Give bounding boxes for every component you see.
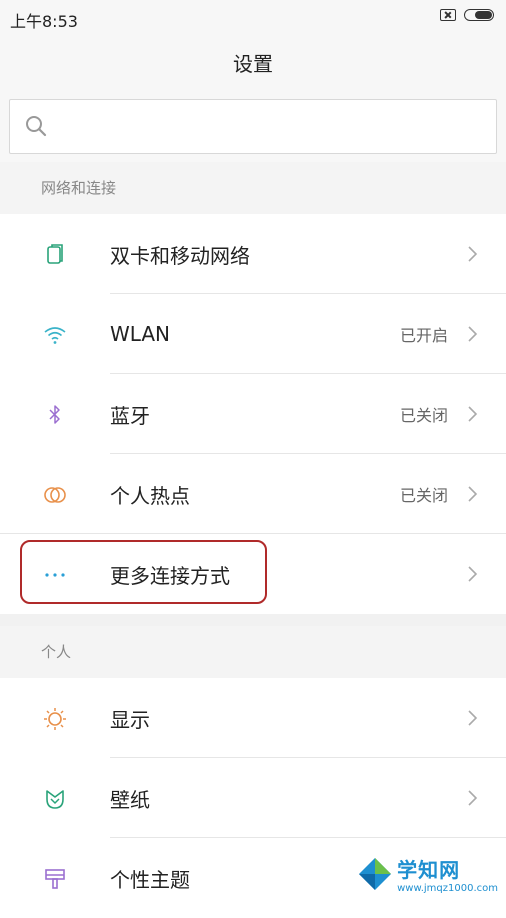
more-dots-icon bbox=[45, 573, 65, 577]
section-network: 网络和连接 双卡和移动网络 WLAN 已开启 蓝牙 已关闭 个人热点 已关闭 更… bbox=[0, 162, 506, 614]
settings-item-label: 壁纸 bbox=[110, 787, 150, 812]
status-time: 上午8:53 bbox=[10, 12, 78, 31]
dual-sim-icon bbox=[47, 244, 63, 264]
search-input[interactable] bbox=[60, 110, 484, 144]
settings-item-value: 已关闭 bbox=[399, 486, 448, 505]
chevron-right-icon bbox=[468, 326, 478, 342]
chevron-right-icon bbox=[468, 790, 478, 806]
chevron-right-icon bbox=[468, 486, 478, 502]
battery-icon bbox=[464, 9, 494, 21]
settings-item-hotspot[interactable]: 个人热点 已关闭 bbox=[0, 454, 506, 534]
settings-item-label: 蓝牙 bbox=[110, 403, 150, 428]
chevron-right-icon bbox=[468, 710, 478, 726]
wallpaper-icon bbox=[46, 790, 64, 809]
wifi-icon bbox=[44, 327, 66, 344]
display-sun-icon bbox=[44, 708, 66, 730]
watermark-logo-icon bbox=[357, 856, 393, 892]
section-header-network: 网络和连接 bbox=[0, 162, 506, 214]
theme-brush-icon bbox=[45, 869, 65, 889]
settings-item-display[interactable]: 显示 bbox=[0, 678, 506, 758]
chevron-right-icon bbox=[468, 406, 478, 422]
page-title: 设置 bbox=[233, 52, 273, 76]
watermark-title: 学知网 bbox=[397, 858, 461, 882]
settings-item-label: 双卡和移动网络 bbox=[110, 243, 250, 268]
status-icons bbox=[440, 9, 494, 21]
section-header-personal: 个人 bbox=[0, 626, 506, 678]
settings-item-value: 已关闭 bbox=[399, 406, 448, 425]
settings-item-bluetooth[interactable]: 蓝牙 已关闭 bbox=[0, 374, 506, 454]
settings-item-wlan[interactable]: WLAN 已开启 bbox=[0, 294, 506, 374]
status-bar: 上午8:53 bbox=[0, 0, 506, 36]
settings-item-more-connections[interactable]: 更多连接方式 bbox=[0, 534, 506, 614]
hotspot-icon bbox=[44, 487, 66, 503]
watermark-url: www.jmqz1000.com bbox=[397, 883, 498, 894]
settings-item-dual-sim[interactable]: 双卡和移动网络 bbox=[0, 214, 506, 294]
chevron-right-icon bbox=[468, 246, 478, 262]
watermark: 学知网 www.jmqz1000.com bbox=[357, 854, 498, 894]
settings-item-label: 更多连接方式 bbox=[110, 563, 230, 588]
settings-item-value: 已开启 bbox=[399, 326, 448, 345]
chevron-right-icon bbox=[468, 566, 478, 582]
settings-item-label: 个性主题 bbox=[110, 867, 190, 892]
search-bar[interactable] bbox=[9, 99, 497, 154]
sim-off-icon bbox=[440, 9, 456, 21]
bluetooth-icon bbox=[49, 405, 60, 424]
settings-item-label: WLAN bbox=[110, 322, 171, 346]
section-gap bbox=[0, 614, 506, 626]
search-icon bbox=[26, 116, 47, 137]
settings-item-wallpaper[interactable]: 壁纸 bbox=[0, 758, 506, 838]
settings-item-label: 个人热点 bbox=[110, 483, 190, 508]
settings-item-label: 显示 bbox=[110, 707, 150, 732]
